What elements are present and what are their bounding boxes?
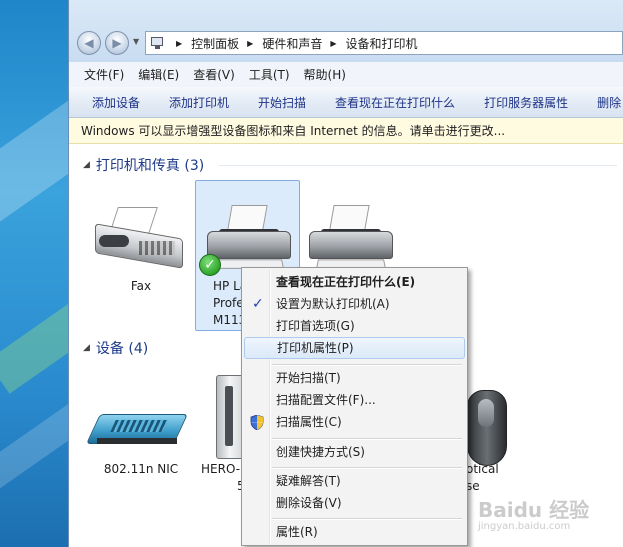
mouse-icon[interactable] bbox=[467, 390, 507, 466]
recent-pages-dropdown-icon[interactable]: ▼ bbox=[133, 37, 139, 46]
device-label: Fax bbox=[130, 279, 152, 293]
printers-group-header[interactable]: ◢ 打印机和传真 (3) bbox=[83, 155, 204, 175]
device-label: 802.11n NIC bbox=[103, 462, 179, 476]
menu-help[interactable]: 帮助(H) bbox=[304, 66, 346, 83]
forward-arrow-icon: ▶ bbox=[112, 36, 122, 50]
menu-item-label: 属性(R) bbox=[276, 525, 318, 539]
device-label-line: se bbox=[466, 479, 480, 493]
see-whats-printing-button[interactable]: 查看现在正在打印什么 bbox=[335, 94, 455, 111]
menu-separator bbox=[272, 518, 462, 520]
command-bar: 添加设备 添加打印机 开始扫描 查看现在正在打印什么 打印服务器属性 删除 bbox=[69, 87, 623, 118]
menu-item-label: 设置为默认打印机(A) bbox=[276, 297, 390, 311]
collapse-triangle-icon[interactable]: ◢ bbox=[83, 160, 90, 170]
device-label-line: otical bbox=[466, 462, 499, 476]
add-device-button[interactable]: 添加设备 bbox=[92, 94, 140, 111]
control-panel-icon bbox=[150, 36, 168, 50]
menu-item-troubleshoot[interactable]: 疑难解答(T) bbox=[244, 470, 465, 492]
breadcrumb-chevron-icon[interactable]: ▶ bbox=[330, 39, 336, 48]
menu-item-label: 打印机属性(P) bbox=[277, 341, 354, 355]
menu-item-printing-preferences[interactable]: 打印首选项(G) bbox=[244, 315, 465, 337]
menu-item-label: 开始扫描(T) bbox=[276, 371, 341, 385]
router-icon[interactable] bbox=[86, 400, 188, 448]
forward-button[interactable]: ▶ bbox=[105, 31, 129, 55]
back-arrow-icon: ◀ bbox=[84, 36, 94, 50]
devices-group-title: 设备 (4) bbox=[95, 341, 149, 357]
menu-item-start-scan[interactable]: 开始扫描(T) bbox=[244, 367, 465, 389]
group-divider bbox=[219, 165, 617, 166]
devices-group-header[interactable]: ◢ 设备 (4) bbox=[83, 338, 148, 358]
watermark-url: jingyan.baidu.com bbox=[478, 521, 571, 532]
add-printer-button[interactable]: 添加打印机 bbox=[169, 94, 229, 111]
menu-separator bbox=[272, 364, 462, 366]
menu-item-label: 疑难解答(T) bbox=[276, 474, 341, 488]
menu-item-label: 删除设备(V) bbox=[276, 496, 342, 510]
remove-device-button[interactable]: 删除 bbox=[597, 94, 621, 111]
menu-view[interactable]: 查看(V) bbox=[193, 66, 235, 83]
menu-item-scan-properties[interactable]: 扫描属性(C) bbox=[244, 411, 465, 433]
start-scan-button[interactable]: 开始扫描 bbox=[258, 94, 306, 111]
printer-context-menu: 查看现在正在打印什么(E) ✓ 设置为默认打印机(A) 打印首选项(G) 打印机… bbox=[241, 267, 468, 546]
back-button[interactable]: ◀ bbox=[77, 31, 101, 55]
default-printer-check-icon: ✓ bbox=[199, 254, 221, 276]
menu-item-see-whats-printing[interactable]: 查看现在正在打印什么(E) bbox=[244, 271, 465, 293]
navigation-bar: ◀ ▶ ▼ ▶ 控制面板 ▶ 硬件和声音 ▶ 设备和打印机 bbox=[69, 0, 623, 62]
menu-item-label: 创建快捷方式(S) bbox=[276, 445, 365, 459]
menu-item-label: 扫描配置文件(F)... bbox=[276, 393, 376, 407]
menu-item-properties[interactable]: 属性(R) bbox=[244, 521, 465, 543]
breadcrumb-chevron-icon[interactable]: ▶ bbox=[176, 39, 182, 48]
menu-item-label: 扫描属性(C) bbox=[276, 415, 342, 429]
baidu-watermark: Baidu 经验 jingyan.baidu.com bbox=[478, 494, 589, 532]
menu-item-set-default-printer[interactable]: ✓ 设置为默认打印机(A) bbox=[244, 293, 465, 315]
menu-item-label: 打印首选项(G) bbox=[276, 319, 355, 333]
menu-file[interactable]: 文件(F) bbox=[84, 66, 124, 83]
checkmark-icon: ✓ bbox=[252, 296, 264, 312]
address-bar[interactable]: ▶ 控制面板 ▶ 硬件和声音 ▶ 设备和打印机 bbox=[145, 31, 623, 55]
menu-item-scan-profiles[interactable]: 扫描配置文件(F)... bbox=[244, 389, 465, 411]
breadcrumb-control-panel[interactable]: 控制面板 bbox=[191, 35, 239, 52]
device-wireless-nic[interactable]: 802.11n NIC bbox=[91, 461, 191, 478]
menu-edit[interactable]: 编辑(E) bbox=[138, 66, 179, 83]
device-mouse[interactable]: otical se bbox=[466, 461, 526, 495]
menu-item-label: 查看现在正在打印什么(E) bbox=[276, 275, 416, 289]
breadcrumb-chevron-icon[interactable]: ▶ bbox=[247, 39, 253, 48]
menu-tools[interactable]: 工具(T) bbox=[249, 66, 290, 83]
menu-separator bbox=[272, 467, 462, 469]
fax-icon[interactable] bbox=[95, 205, 187, 275]
menu-bar: 文件(F) 编辑(E) 查看(V) 工具(T) 帮助(H) bbox=[69, 62, 623, 88]
watermark-text: Baidu 经验 bbox=[478, 498, 590, 522]
print-server-properties-button[interactable]: 打印服务器属性 bbox=[484, 94, 568, 111]
desktop-background bbox=[0, 0, 68, 547]
menu-separator bbox=[272, 438, 462, 440]
collapse-triangle-icon[interactable]: ◢ bbox=[83, 343, 90, 353]
menu-item-create-shortcut[interactable]: 创建快捷方式(S) bbox=[244, 441, 465, 463]
device-fax[interactable]: Fax bbox=[97, 278, 185, 295]
menu-item-remove-device[interactable]: 删除设备(V) bbox=[244, 492, 465, 514]
uac-shield-icon bbox=[250, 415, 264, 430]
breadcrumb-hardware-sound[interactable]: 硬件和声音 bbox=[262, 35, 322, 52]
breadcrumb-devices-printers[interactable]: 设备和打印机 bbox=[346, 35, 418, 52]
printers-group-title: 打印机和传真 (3) bbox=[95, 158, 205, 174]
menu-item-printer-properties[interactable]: 打印机属性(P) bbox=[244, 337, 465, 359]
printer-icon[interactable] bbox=[301, 205, 397, 275]
info-bar[interactable]: Windows 可以显示增强型设备图标和来自 Internet 的信息。请单击进… bbox=[69, 118, 623, 144]
